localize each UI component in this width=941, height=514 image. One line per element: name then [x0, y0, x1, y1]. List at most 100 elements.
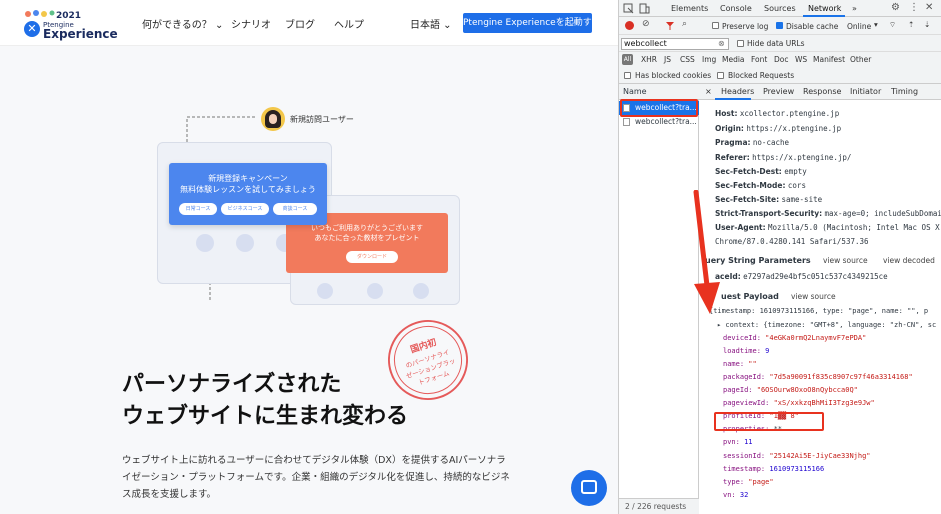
user-avatar — [261, 107, 285, 131]
payload-field[interactable]: type: "page" — [723, 478, 774, 486]
chat-launcher-button[interactable] — [571, 470, 607, 506]
tab-headers[interactable]: Headers — [721, 87, 754, 96]
payload-field[interactable]: pageId: "6OSOurw8OxoO8nQybcca0Q" — [723, 386, 858, 394]
type-font[interactable]: Font — [751, 55, 767, 64]
qsp-view-source-link[interactable]: view source — [823, 256, 868, 265]
payload-field[interactable]: deviceId: "4eGKa0rmQ2LnaymvF7ePDA" — [723, 334, 866, 342]
filter-input[interactable]: webcollect — [621, 38, 729, 50]
record-icon[interactable] — [625, 21, 634, 30]
tab-preview[interactable]: Preview — [763, 87, 794, 96]
header-line: Sec-Fetch-Site: same-site — [715, 195, 823, 204]
payload-field[interactable]: pvn: 11 — [723, 438, 753, 446]
tab-elements[interactable]: Elements — [671, 4, 708, 13]
popup-orange-line2: あなたに合った教材をプレゼント — [314, 234, 420, 242]
tab-network[interactable]: Network — [808, 4, 841, 13]
popup-blue-line2: 無料体験レッスンを試してみましょう — [180, 185, 316, 194]
header-line: Sec-Fetch-Dest: empty — [715, 167, 807, 176]
device-toggle-icon[interactable] — [639, 3, 650, 14]
tab-console[interactable]: Console — [720, 4, 752, 13]
hide-data-urls-checkbox[interactable] — [737, 40, 744, 47]
highlight-profile-id — [714, 412, 824, 431]
blocked-requests-checkbox[interactable] — [717, 72, 724, 79]
type-other[interactable]: Other — [850, 55, 871, 64]
language-select[interactable]: 日本語 ⌄ — [410, 16, 452, 31]
inspect-icon[interactable] — [623, 3, 634, 14]
settings-gear-icon[interactable]: ⚙ — [891, 2, 900, 13]
request-list: Name webcollect?tra... webcollect?tra...… — [619, 84, 699, 514]
payload-field[interactable]: name: "" — [723, 360, 757, 368]
tab-more[interactable]: » — [852, 4, 857, 13]
tab-timing[interactable]: Timing — [891, 87, 918, 96]
download-button[interactable]: ダウンロード — [346, 251, 398, 263]
search-icon[interactable]: ⌕ — [682, 19, 687, 29]
clear-filter-icon[interactable]: ⊗ — [718, 39, 725, 48]
header-line: Sec-Fetch-Mode: cors — [715, 181, 806, 190]
filter-icon[interactable] — [665, 21, 675, 31]
type-ws[interactable]: WS — [795, 55, 807, 64]
placeholder-circle — [317, 283, 333, 299]
nav-scenario[interactable]: シナリオ — [231, 16, 271, 31]
has-blocked-cookies-checkbox[interactable] — [624, 72, 631, 79]
preserve-log-checkbox[interactable] — [712, 22, 719, 29]
has-blocked-cookies-label: Has blocked cookies — [635, 71, 712, 80]
chat-icon — [581, 480, 597, 494]
launch-button[interactable]: Ptengine Experienceを起動する — [463, 13, 601, 33]
course-pill-business[interactable]: ビジネスコース — [221, 203, 269, 215]
wifi-icon[interactable]: ⌔ — [889, 20, 896, 30]
close-icon[interactable]: ✕ — [925, 2, 933, 13]
tab-sources[interactable]: Sources — [764, 4, 796, 13]
preserve-log-label: Preserve log — [722, 22, 769, 31]
request-row[interactable]: webcollect?tra... — [619, 115, 699, 129]
more-vertical-icon[interactable]: ⋮ — [909, 2, 919, 13]
throttle-chevron-icon[interactable]: ▾ — [874, 20, 878, 29]
type-css[interactable]: CSS — [680, 55, 695, 64]
throttle-select[interactable]: Online — [847, 22, 871, 31]
nav-blog[interactable]: ブログ — [285, 16, 315, 31]
type-xhr[interactable]: XHR — [641, 55, 657, 64]
payload-view-source-link[interactable]: view source — [791, 292, 836, 301]
header-line: Host: xcollector.ptengine.jp — [715, 109, 840, 118]
placeholder-circle — [413, 283, 429, 299]
payload-field[interactable]: timestamp: 1610973115166 — [723, 465, 824, 473]
request-details: × Headers Preview Response Initiator Tim… — [699, 84, 941, 514]
query-param-line: aceId: e7297ad29e4bf5c051c537c4349215ce — [715, 272, 888, 281]
nav-what-can-do[interactable]: 何ができるの？ ⌄ — [142, 16, 223, 31]
column-header-name[interactable]: Name — [619, 84, 699, 100]
disable-cache-label: Disable cache — [786, 22, 839, 31]
header-line: Strict-Transport-Security: max-age=0; in… — [715, 209, 941, 218]
logo-year: 2021 — [56, 11, 82, 21]
type-manifest[interactable]: Manifest — [813, 55, 845, 64]
active-details-tab-indicator — [715, 98, 751, 100]
payload-field[interactable]: packageId: "7d5a90091f835c8907c97f46a331… — [723, 373, 913, 381]
disable-cache-checkbox[interactable] — [776, 22, 783, 29]
logo-x-icon[interactable]: ✕ — [24, 21, 40, 37]
header-line: Referer: https://x.ptengine.jp/ — [715, 153, 852, 162]
clear-icon[interactable]: ⊘ — [642, 19, 650, 29]
tab-response[interactable]: Response — [803, 87, 841, 96]
placeholder-circle — [196, 234, 214, 252]
type-media[interactable]: Media — [722, 55, 745, 64]
payload-field[interactable]: pageviewId: "xS/xxkzqBhMiI3Tzg3e9Jw" — [723, 399, 875, 407]
tab-initiator[interactable]: Initiator — [850, 87, 881, 96]
popup-blue-line1: 新規登録キャンペーン — [208, 174, 288, 183]
payload-field[interactable]: sessionId: "25142Ai5E-JiyCae33Njhg" — [723, 452, 871, 460]
course-pill-daily[interactable]: 日常コース — [179, 203, 217, 215]
type-img[interactable]: Img — [702, 55, 716, 64]
type-js[interactable]: JS — [664, 55, 671, 64]
export-icon[interactable]: ⇣ — [924, 20, 930, 29]
payload-field[interactable]: vn: 32 — [723, 491, 748, 499]
site-header: 2021 ✕ Ptengine Experience 何ができるの？ ⌄ シナリ… — [0, 0, 618, 46]
nav-help[interactable]: ヘルプ — [334, 16, 364, 31]
course-pill-negotiation[interactable]: 商談コース — [273, 203, 317, 215]
qsp-view-decoded-link[interactable]: view decoded — [883, 256, 935, 265]
payload-summary[interactable]: {timestamp: 1610973115166, type: "page",… — [709, 307, 928, 315]
payload-field[interactable]: ▸ context: {timezone: "GMT+8", language:… — [717, 321, 936, 329]
network-toolbar: ⊘ ⌕ Preserve log Disable cache Online ▾ … — [619, 17, 941, 35]
logo-name[interactable]: Experience — [43, 27, 118, 41]
type-all[interactable]: All — [622, 54, 633, 65]
payload-field[interactable]: loadtime: 9 — [723, 347, 769, 355]
close-details-icon[interactable]: × — [705, 87, 712, 96]
red-arrow-icon — [693, 190, 720, 314]
type-doc[interactable]: Doc — [774, 55, 789, 64]
import-icon[interactable]: ⇡ — [908, 20, 914, 29]
